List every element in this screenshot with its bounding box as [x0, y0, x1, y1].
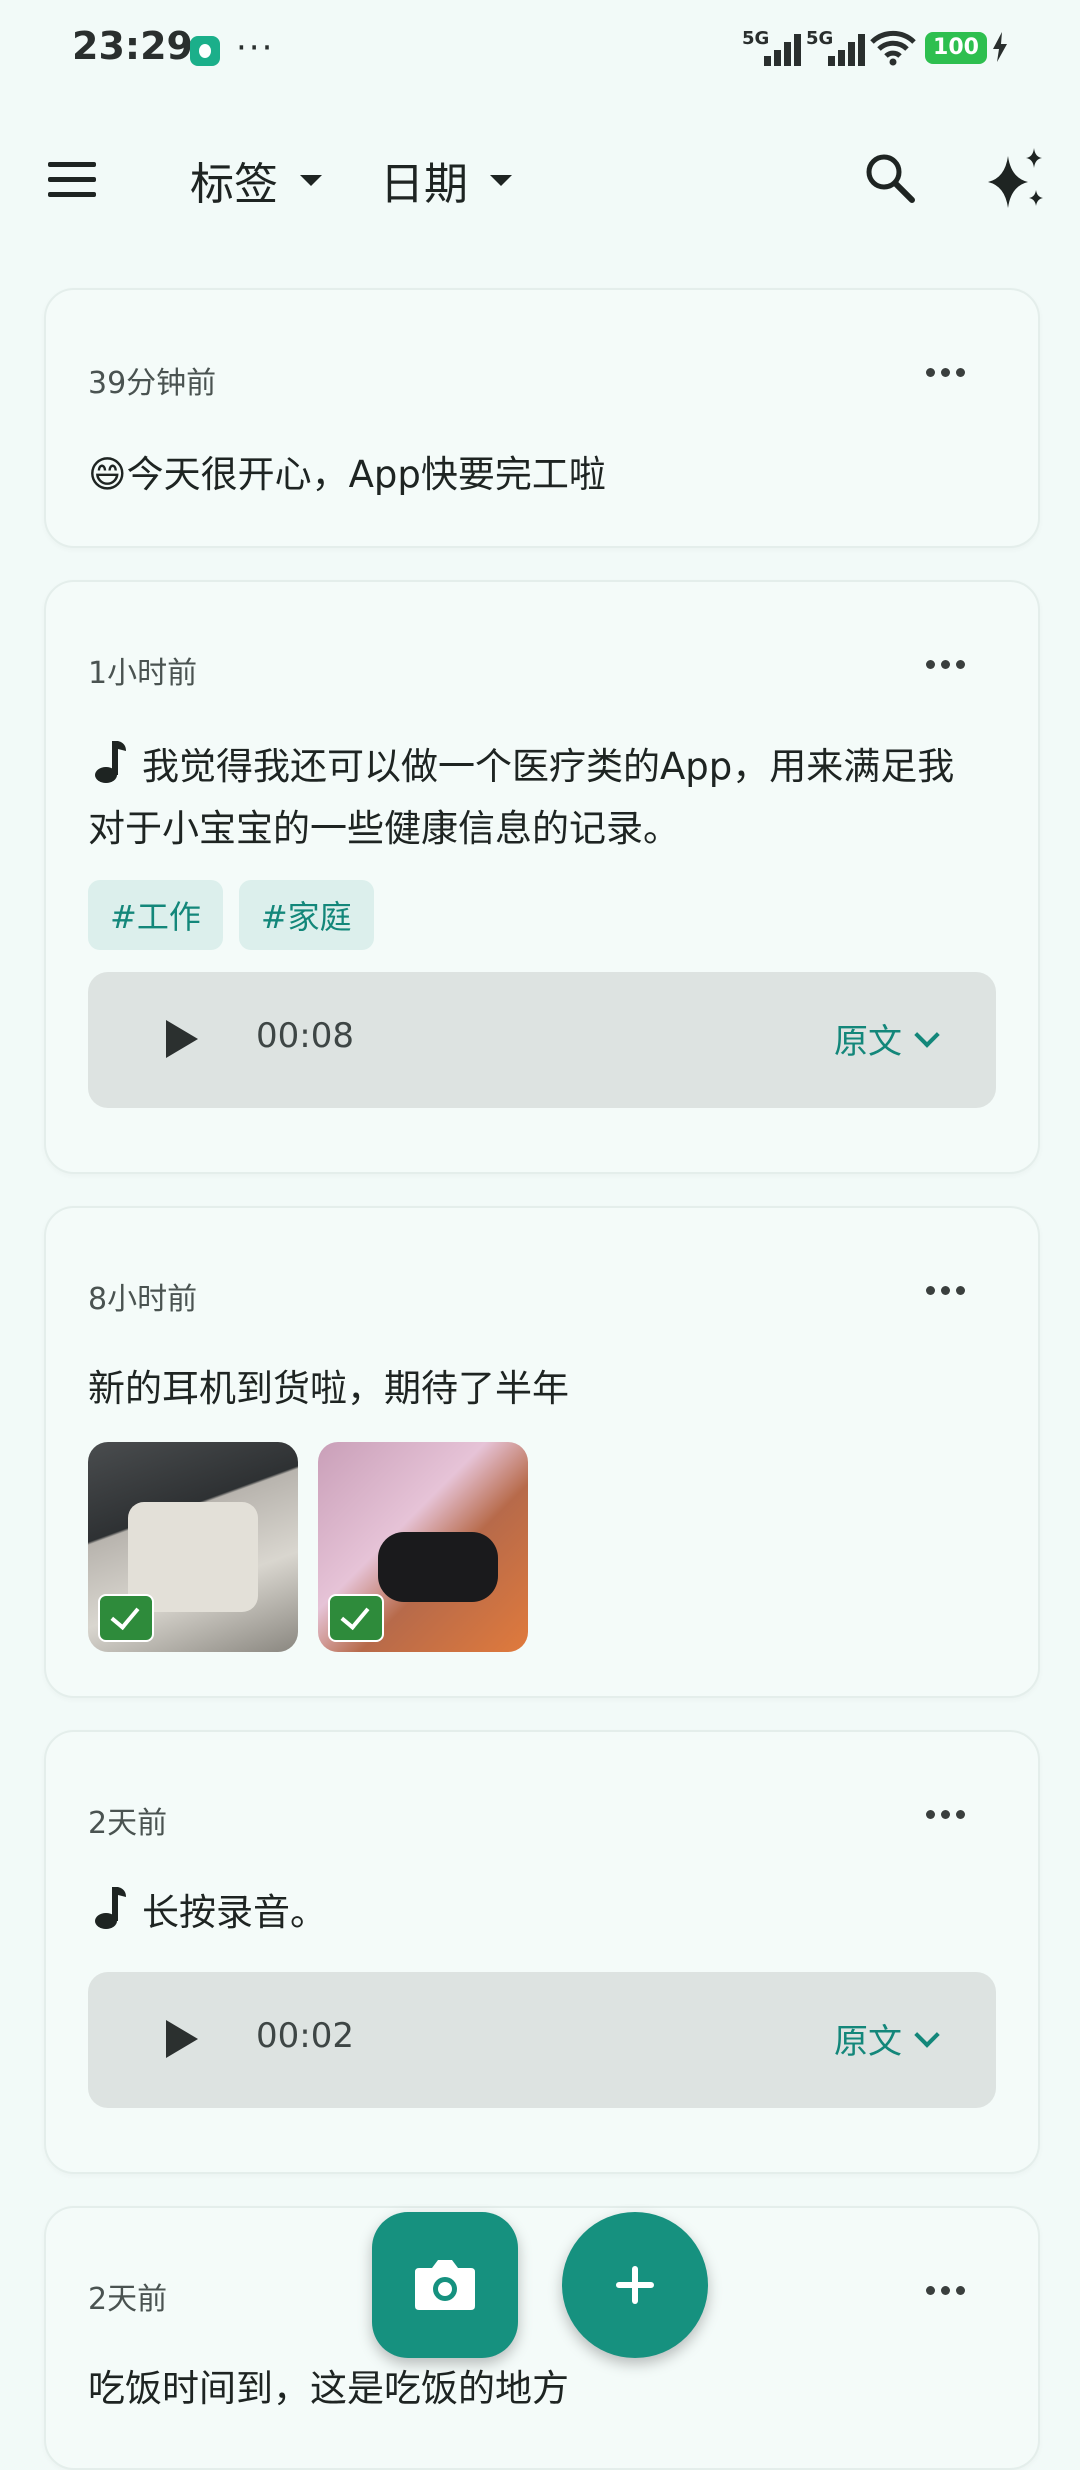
more-options-icon[interactable] [926, 1804, 970, 1824]
transcript-toggle[interactable]: 原文 [834, 2014, 940, 2063]
note-card[interactable]: 1小时前 我觉得我还可以做一个医疗类的App，用来满足我对于小宝宝的一些健康信息… [44, 580, 1040, 1174]
more-options-icon[interactable] [926, 362, 970, 382]
note-time: 2天前 [88, 2282, 168, 2317]
transcript-label: 原文 [834, 1022, 902, 1062]
chevron-down-icon [914, 1021, 940, 1048]
tag-filter-dropdown[interactable]: 标签 [190, 150, 322, 210]
status-bar: 23:29 ··· 5G 5G 100 [0, 0, 1080, 100]
note-time: 2天前 [88, 1806, 168, 1841]
top-app-bar: 标签 日期 [0, 130, 1080, 230]
cellular-signal-icon-2: 5G [806, 28, 865, 68]
note-text: 我觉得我还可以做一个医疗类的App，用来满足我对于小宝宝的一些健康信息的记录。 [88, 745, 955, 850]
audio-player: 00:02 原文 [88, 1972, 996, 2108]
more-options-icon[interactable] [926, 654, 970, 674]
note-text: 新的耳机到货啦，期待了半年 [88, 1367, 569, 1410]
status-time: 23:29 [72, 24, 193, 68]
date-filter-dropdown[interactable]: 日期 [380, 150, 512, 210]
charging-icon [993, 32, 1007, 62]
search-icon[interactable] [862, 150, 918, 206]
transcript-toggle[interactable]: 原文 [834, 1014, 940, 1063]
note-text: 😄今天很开心，App快要完工啦 [88, 453, 606, 496]
more-options-icon[interactable] [926, 1280, 970, 1300]
tag-chip[interactable]: #家庭 [238, 880, 374, 950]
note-time: 1小时前 [88, 656, 198, 691]
note-time: 39分钟前 [88, 366, 217, 401]
note-card[interactable]: 8小时前 新的耳机到货啦，期待了半年 [44, 1206, 1040, 1698]
note-text: 吃饭时间到，这是吃饭的地方 [88, 2367, 569, 2410]
audio-player: 00:08 原文 [88, 972, 996, 1108]
wifi-icon [870, 30, 916, 66]
note-card[interactable]: 2天前 长按录音。 00:02 原文 [44, 1730, 1040, 2174]
ai-sparkle-icon[interactable] [982, 146, 1048, 212]
selected-check-icon [98, 1594, 154, 1642]
camera-icon [415, 2260, 475, 2310]
audio-duration: 00:08 [256, 1016, 354, 1056]
note-text: 长按录音。 [142, 1891, 327, 1934]
camera-button[interactable] [372, 2212, 518, 2358]
note-time: 8小时前 [88, 1282, 198, 1317]
selected-check-icon [328, 1594, 384, 1642]
note-text-block: 长按录音。 [88, 1882, 978, 1944]
battery-icon: 100 [925, 32, 987, 64]
plus-icon [616, 2266, 654, 2304]
date-filter-label: 日期 [380, 159, 468, 210]
photo-thumbnail[interactable] [318, 1442, 528, 1652]
cellular-signal-icon-1: 5G [742, 28, 801, 68]
play-icon[interactable] [166, 2020, 198, 2058]
add-note-button[interactable] [562, 2212, 708, 2358]
voice-note-icon [95, 741, 126, 783]
tag-chip[interactable]: #工作 [88, 880, 223, 950]
menu-icon[interactable] [48, 160, 98, 200]
play-icon[interactable] [166, 1020, 198, 1058]
note-text-block: 我觉得我还可以做一个医疗类的App，用来满足我对于小宝宝的一些健康信息的记录。 [88, 736, 978, 860]
more-options-icon[interactable] [926, 2280, 970, 2300]
note-card[interactable]: 39分钟前 😄今天很开心，App快要完工啦 [44, 288, 1040, 548]
status-more-icon: ··· [236, 28, 275, 68]
tag-filter-label: 标签 [190, 159, 278, 210]
photo-content [378, 1532, 498, 1602]
voice-note-icon [95, 1887, 126, 1929]
tag-list: #工作 #家庭 [88, 880, 374, 950]
dropdown-arrow-icon [490, 174, 512, 186]
transcript-label: 原文 [834, 2022, 902, 2062]
dropdown-arrow-icon [300, 174, 322, 186]
note-card[interactable]: 2天前 吃饭时间到，这是吃饭的地方 [44, 2206, 1040, 2470]
app-notification-icon [190, 36, 220, 66]
chevron-down-icon [914, 2021, 940, 2048]
photo-thumbnail[interactable] [88, 1442, 298, 1652]
audio-duration: 00:02 [256, 2016, 354, 2056]
